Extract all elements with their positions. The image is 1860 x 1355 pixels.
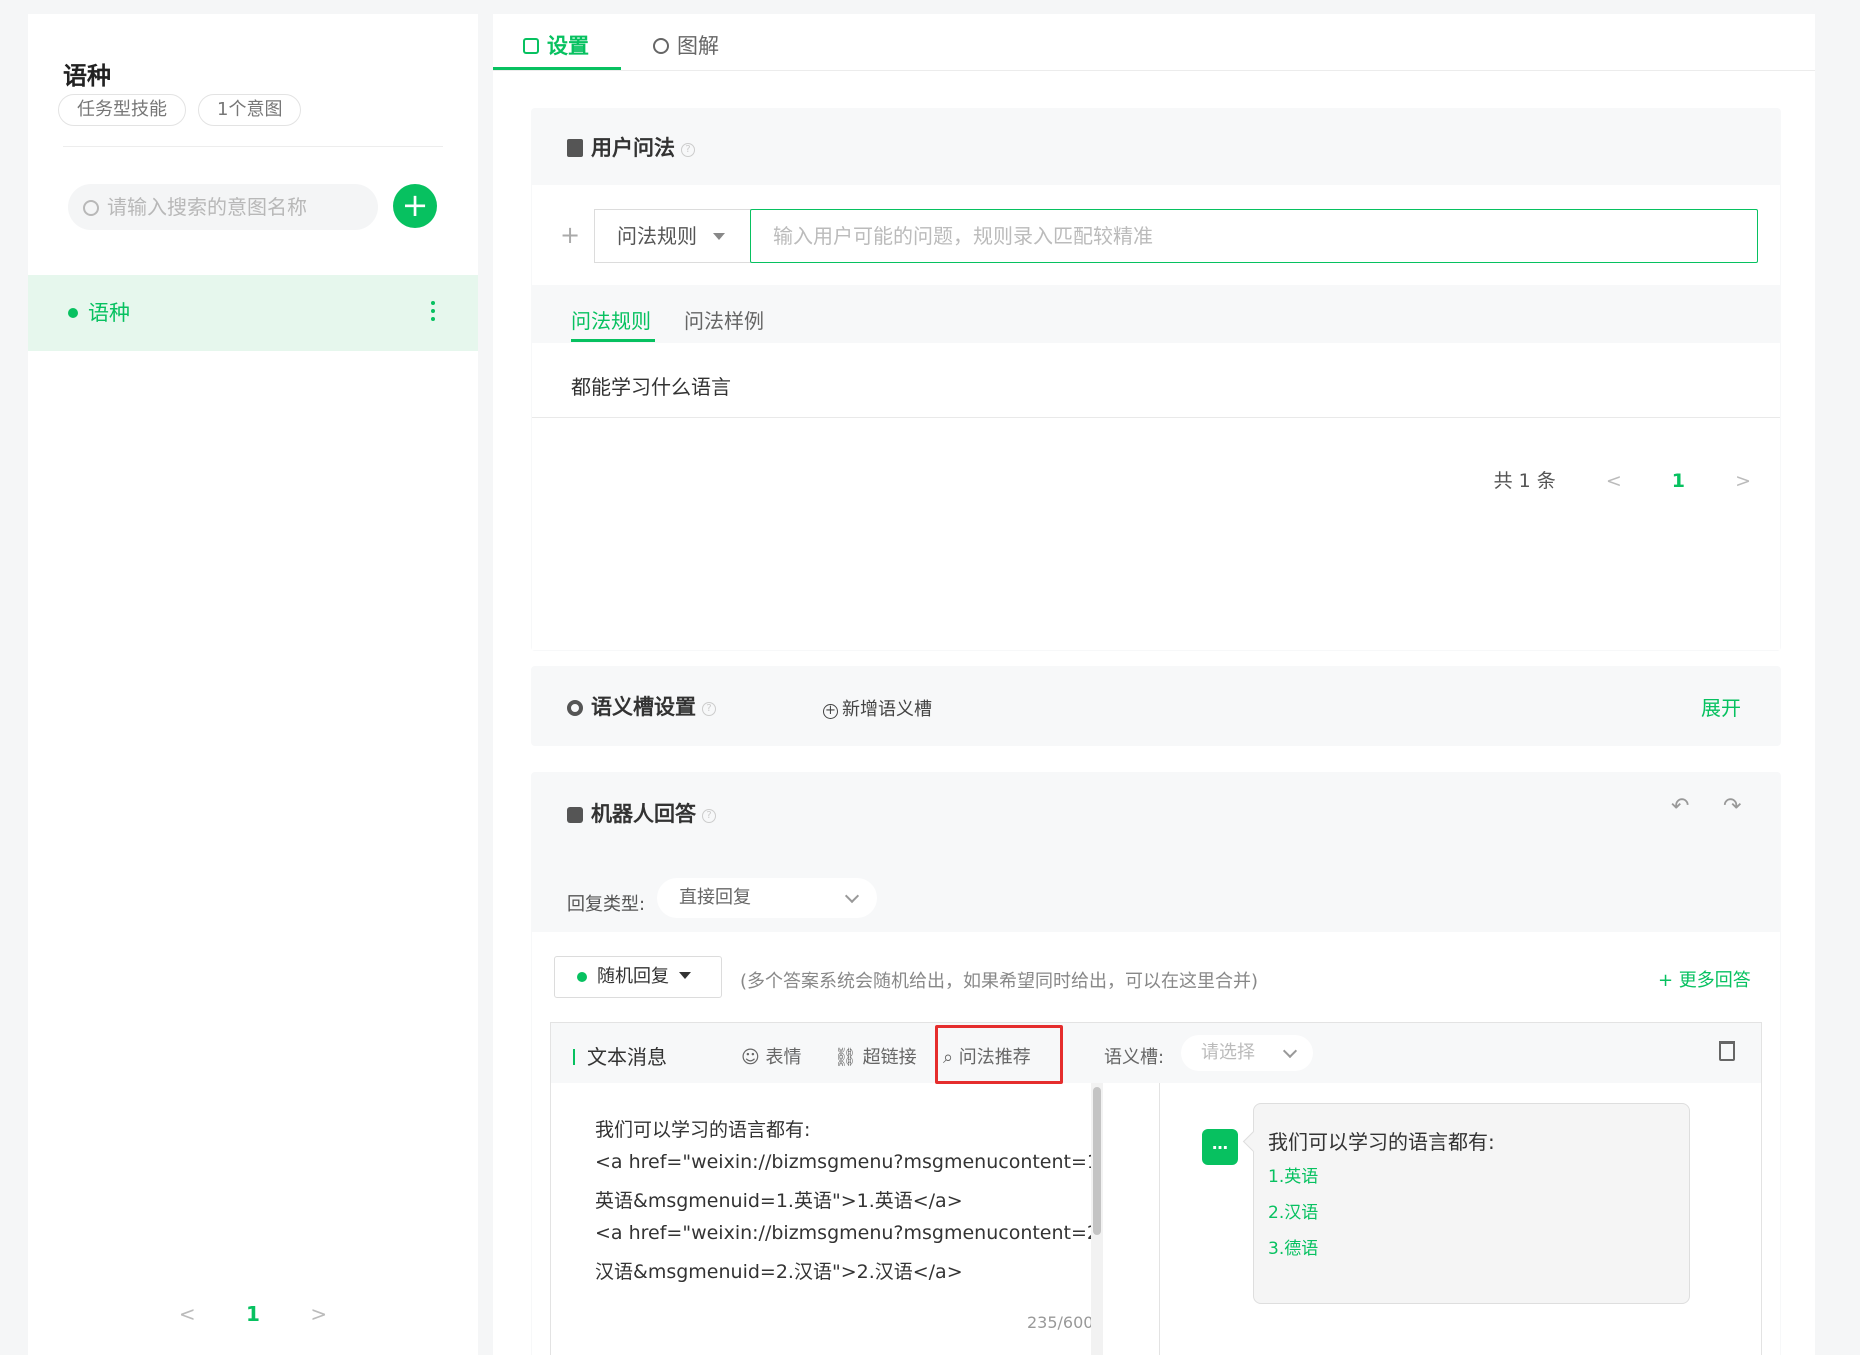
prev-page-button[interactable]: < xyxy=(1606,470,1622,492)
active-dot-icon xyxy=(68,308,78,318)
expand-slots-link[interactable]: 展开 xyxy=(1701,692,1741,721)
trash-icon[interactable] xyxy=(1719,1041,1735,1061)
slot-label: 语义槽: xyxy=(1104,1047,1165,1068)
tab-settings[interactable]: 设置 xyxy=(523,30,589,60)
bot-answer-body: 随机回复 (多个答案系统会随机给出，如果希望同时给出，可以在这里合并) + 更多… xyxy=(532,932,1780,1355)
select-value: 问法规则 xyxy=(617,224,697,248)
intent-count-tag: 1个意图 xyxy=(198,94,302,126)
sidebar-item-intent[interactable]: 语种 xyxy=(28,275,478,351)
tabs-divider xyxy=(493,70,1815,71)
status-dot-icon xyxy=(577,972,587,982)
next-page-button[interactable]: > xyxy=(1735,470,1751,492)
user-query-title: 用户问法? xyxy=(567,132,695,162)
skill-title: 语种 xyxy=(63,62,111,90)
divider xyxy=(532,417,1780,418)
slot-settings-card: 语义槽设置? + 新增语义槽 展开 xyxy=(531,666,1781,746)
message-type-label: 文本消息 xyxy=(573,1041,667,1070)
main-panel: 设置 图解 用户问法? + 问法规则 输入用户可能的问题，规则录入匹配较精准 问… xyxy=(493,14,1815,1355)
bot-answer-card: 机器人回答? ↶ ↷ 回复类型: 直接回复 随机回复 (多个答案系统会随机给出，… xyxy=(531,772,1781,1355)
select-placeholder: 请选择 xyxy=(1201,1042,1255,1063)
random-reply-hint: (多个答案系统会随机给出，如果希望同时给出，可以在这里合并) xyxy=(740,971,1259,992)
current-page[interactable]: 1 xyxy=(246,1302,260,1326)
help-icon[interactable]: ? xyxy=(702,702,716,716)
message-preview: 我们可以学习的语言都有: 1.英语 2.汉语 3.德语 xyxy=(1253,1103,1690,1304)
add-slot-button[interactable]: + 新增语义槽 xyxy=(823,695,932,721)
preview-text: 我们可以学习的语言都有: xyxy=(1268,1130,1495,1154)
highlight-box xyxy=(935,1025,1063,1084)
sidebar-item-label: 语种 xyxy=(88,301,130,325)
intent-sidebar: 语种 任务型技能 1个意图 请输入搜索的意图名称 + 语种 < 1 > xyxy=(28,14,478,1355)
reply-type-label: 回复类型: xyxy=(567,894,646,915)
help-icon[interactable]: ? xyxy=(681,143,695,157)
gear-icon xyxy=(567,700,583,716)
document-icon xyxy=(567,139,583,157)
search-placeholder: 请输入搜索的意图名称 xyxy=(107,195,307,219)
random-reply-select[interactable]: 随机回复 xyxy=(554,956,722,998)
active-subtab-indicator xyxy=(571,339,655,342)
tab-label: 设置 xyxy=(547,34,589,58)
query-input[interactable]: 输入用户可能的问题，规则录入匹配较精准 xyxy=(750,209,1758,263)
total-count: 共 1 条 xyxy=(1493,470,1556,492)
tab-query-rules[interactable]: 问法规则 xyxy=(571,305,651,334)
editor-line: <a href="weixin://bizmsgmenu?msgmenucont… xyxy=(595,1222,1106,1244)
preview-link[interactable]: 3.德语 xyxy=(1268,1234,1318,1259)
user-query-body: + 问法规则 输入用户可能的问题，规则录入匹配较精准 问法规则 问法样例 都能学… xyxy=(532,185,1780,650)
message-toolbar: 文本消息 ☺ 表情 ⛓ 超链接 ⌕ 问法推荐 语义槽: 请选择 xyxy=(551,1023,1761,1084)
select-value: 直接回复 xyxy=(679,887,751,908)
diagram-icon xyxy=(653,38,669,54)
query-rule-row[interactable]: 都能学习什么语言 xyxy=(571,371,731,400)
plus-icon[interactable]: + xyxy=(560,221,580,249)
bot-answer-title: 机器人回答? xyxy=(567,798,716,828)
select-value: 随机回复 xyxy=(597,966,669,987)
emoji-button[interactable]: ☺ 表情 xyxy=(741,1043,802,1069)
chevron-down-icon xyxy=(1282,1043,1298,1059)
editor-line: 汉语&msgmenuid=2.汉语">2.汉语</a> xyxy=(595,1261,963,1283)
slot-select[interactable]: 请选择 xyxy=(1181,1035,1313,1071)
slot-settings-title: 语义槽设置? xyxy=(567,691,716,721)
editor-line: 我们可以学习的语言都有: xyxy=(595,1119,811,1141)
tab-label: 图解 xyxy=(677,34,719,58)
query-mode-select[interactable]: 问法规则 xyxy=(594,209,751,263)
help-icon[interactable]: ? xyxy=(702,809,716,823)
user-query-card: 用户问法? + 问法规则 输入用户可能的问题，规则录入匹配较精准 问法规则 问法… xyxy=(531,108,1781,651)
search-icon xyxy=(83,200,99,216)
query-pagination: 共 1 条 < 1 > xyxy=(532,466,1751,493)
char-counter: 235/600 xyxy=(1027,1313,1094,1332)
add-circle-icon: + xyxy=(823,704,838,719)
preview-link[interactable]: 2.汉语 xyxy=(1268,1198,1318,1223)
redo-icon[interactable]: ↷ xyxy=(1723,794,1741,819)
preview-link[interactable]: 1.英语 xyxy=(1268,1162,1318,1187)
skill-type-tag: 任务型技能 xyxy=(58,94,186,126)
tab-query-samples[interactable]: 问法样例 xyxy=(684,305,764,334)
chevron-down-icon xyxy=(844,888,860,904)
editor-line: 英语&msgmenuid=1.英语">1.英语</a> xyxy=(595,1190,963,1212)
chat-bubble-icon: … xyxy=(1202,1129,1238,1165)
hyperlink-button[interactable]: ⛓ 超链接 xyxy=(834,1043,917,1069)
current-page[interactable]: 1 xyxy=(1672,470,1685,492)
more-answers-button[interactable]: + 更多回答 xyxy=(1658,966,1751,992)
divider xyxy=(1159,1083,1160,1355)
intent-search-input[interactable]: 请输入搜索的意图名称 xyxy=(68,184,378,230)
caret-down-icon xyxy=(713,233,725,240)
query-subtabs: 问法规则 问法样例 xyxy=(532,285,1780,343)
tab-diagram[interactable]: 图解 xyxy=(653,30,719,60)
scrollbar-thumb[interactable] xyxy=(1093,1087,1101,1235)
reply-type-select[interactable]: 直接回复 xyxy=(657,878,877,918)
message-textarea[interactable]: 我们可以学习的语言都有: <a href="weixin://bizmsgmen… xyxy=(551,1083,1105,1355)
add-intent-button[interactable]: + xyxy=(393,184,437,228)
robot-icon xyxy=(567,807,583,823)
next-page-button[interactable]: > xyxy=(310,1302,327,1326)
divider xyxy=(63,146,443,147)
settings-icon xyxy=(523,38,539,54)
text-message-editor: 文本消息 ☺ 表情 ⛓ 超链接 ⌕ 问法推荐 语义槽: 请选择 我们可以学习的语… xyxy=(550,1022,1762,1355)
prev-page-button[interactable]: < xyxy=(179,1302,196,1326)
editor-line: <a href="weixin://bizmsgmenu?msgmenucont… xyxy=(595,1151,1106,1173)
undo-icon[interactable]: ↶ xyxy=(1671,794,1689,819)
sidebar-pagination: < 1 > xyxy=(28,1302,478,1326)
more-vertical-icon[interactable] xyxy=(430,297,436,327)
caret-down-icon xyxy=(679,972,691,979)
